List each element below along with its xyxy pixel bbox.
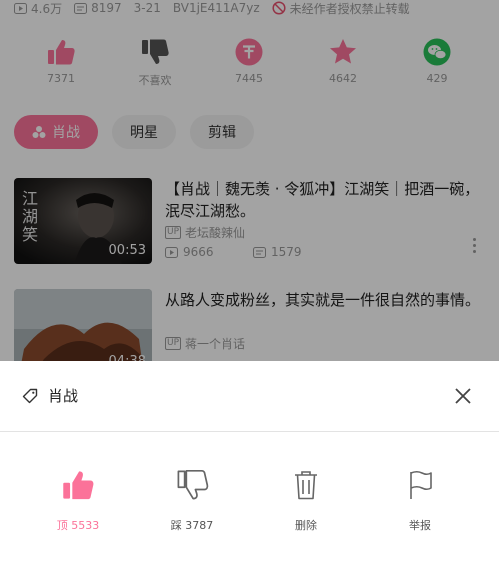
tag-report-button[interactable]: 举报: [370, 466, 470, 533]
thumbs-up-icon: [63, 471, 94, 500]
tag-downvote-button[interactable]: 踩 3787: [142, 466, 242, 533]
tag-upvote-button[interactable]: 顶 5533: [28, 466, 128, 533]
tag-action-sheet: 肖战 顶 5533 踩 3787 删除 举报: [0, 361, 499, 569]
flag-icon: [410, 470, 432, 499]
close-icon[interactable]: [453, 386, 473, 406]
sheet-tag-title: 肖战: [22, 385, 78, 406]
thumbs-down-icon: [177, 469, 209, 500]
tag-delete-button[interactable]: 删除: [256, 466, 356, 533]
tag-icon: [22, 388, 38, 403]
sheet-header: 肖战: [0, 361, 499, 432]
trash-icon: [295, 471, 317, 500]
